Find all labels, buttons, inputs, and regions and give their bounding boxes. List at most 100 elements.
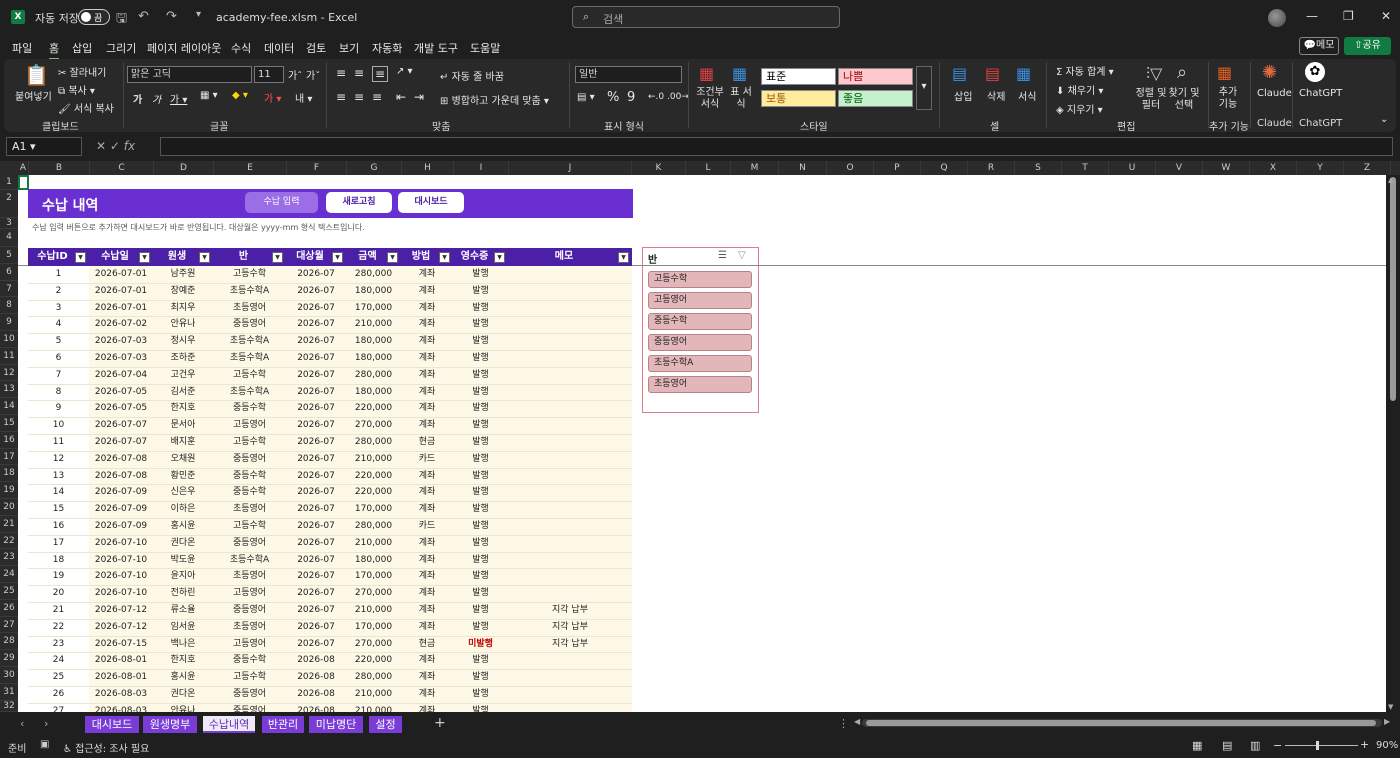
conditional-format-button[interactable]: 조건부 서식: [695, 87, 725, 111]
cell-month[interactable]: 2026-07: [286, 619, 346, 636]
format-table-button[interactable]: 표 서식: [728, 87, 754, 111]
copy-button[interactable]: ⧉ 복사 ▾: [58, 82, 95, 97]
cell-memo[interactable]: [508, 585, 632, 602]
cell-memo[interactable]: 지각 납부: [508, 636, 632, 653]
undo-icon[interactable]: ↶: [138, 9, 149, 24]
cell-student[interactable]: 황민준: [153, 468, 213, 485]
slicer-item[interactable]: 고등영어: [648, 292, 752, 309]
cell-id[interactable]: 22: [28, 619, 89, 636]
page-layout-view-icon[interactable]: ▤: [1222, 739, 1232, 752]
cell-class[interactable]: 중등영어: [213, 686, 286, 703]
scroll-right-icon[interactable]: ▶: [1384, 717, 1390, 726]
avatar[interactable]: [1268, 9, 1286, 27]
row-header[interactable]: 18: [0, 465, 18, 483]
column-header[interactable]: S: [1015, 161, 1062, 175]
claude-button[interactable]: Claude: [1257, 88, 1292, 99]
add-sheet-icon[interactable]: +: [434, 715, 446, 731]
sort-filter-button[interactable]: 정렬 및 필터: [1135, 88, 1167, 112]
align-center-icon[interactable]: ≡: [354, 90, 364, 104]
memo-button[interactable]: 💬메모: [1299, 37, 1339, 55]
cell-month[interactable]: 2026-07: [286, 333, 346, 350]
cell-month[interactable]: 2026-07: [286, 400, 346, 417]
cell-month[interactable]: 2026-07: [286, 636, 346, 653]
cell-month[interactable]: 2026-07: [286, 266, 346, 283]
cell-receipt[interactable]: 발행: [453, 333, 508, 350]
cell-id[interactable]: 24: [28, 652, 89, 669]
cell-method[interactable]: 계좌: [401, 283, 453, 300]
filter-dropdown-icon[interactable]: ▼: [618, 252, 629, 263]
cell-method[interactable]: 계좌: [401, 266, 453, 283]
row-header[interactable]: 15: [0, 415, 18, 432]
column-header[interactable]: P: [874, 161, 921, 175]
cell-method[interactable]: 계좌: [401, 602, 453, 619]
cell-receipt[interactable]: 발행: [453, 501, 508, 518]
cell-month[interactable]: 2026-07: [286, 451, 346, 468]
cell-month[interactable]: 2026-07: [286, 501, 346, 518]
cell-method[interactable]: 계좌: [401, 384, 453, 401]
normal-view-icon[interactable]: ▦: [1192, 739, 1202, 752]
style-bad[interactable]: 나쁨: [838, 68, 913, 85]
chatgpt-button[interactable]: ChatGPT: [1299, 88, 1342, 99]
cell-id[interactable]: 7: [28, 367, 89, 384]
autosave-toggle[interactable]: 끔: [78, 9, 110, 25]
orientation-icon[interactable]: ↗ ▾: [396, 66, 413, 77]
cell-student[interactable]: 권다온: [153, 535, 213, 552]
cell-amount[interactable]: 280,000: [346, 434, 401, 451]
cell-amount[interactable]: 220,000: [346, 468, 401, 485]
column-header[interactable]: C: [90, 161, 154, 175]
menu-data[interactable]: 데이터: [264, 40, 294, 56]
collapse-ribbon-icon[interactable]: ⌄: [1380, 114, 1388, 125]
active-cell-a1[interactable]: [18, 175, 29, 190]
cell-class[interactable]: 중등영어: [213, 316, 286, 333]
row-header[interactable]: 16: [0, 431, 18, 449]
cell-student[interactable]: 박도윤: [153, 552, 213, 569]
column-header[interactable]: F: [287, 161, 347, 175]
accessibility-status[interactable]: ♿ 접근성: 조사 필요: [63, 740, 149, 755]
cell-receipt[interactable]: 발행: [453, 703, 508, 712]
indent-decrease-icon[interactable]: ⇤: [396, 90, 406, 104]
cell-receipt[interactable]: 발행: [453, 300, 508, 317]
cell-class[interactable]: 중등영어: [213, 451, 286, 468]
comma-icon[interactable]: 9: [627, 90, 635, 105]
cell-student[interactable]: 권다온: [153, 686, 213, 703]
cell-month[interactable]: 2026-08: [286, 703, 346, 712]
slicer-item[interactable]: 중등영어: [648, 334, 752, 351]
cell-month[interactable]: 2026-07: [286, 602, 346, 619]
cell-method[interactable]: 계좌: [401, 300, 453, 317]
prev-sheet-icon[interactable]: ‹: [20, 717, 24, 730]
cell-date[interactable]: 2026-07-10: [89, 585, 153, 602]
column-header[interactable]: W: [1203, 161, 1250, 175]
paste-button[interactable]: 붙여넣기: [15, 88, 52, 103]
row-header[interactable]: 8: [0, 297, 18, 315]
cell-receipt[interactable]: 발행: [453, 316, 508, 333]
cell-month[interactable]: 2026-08: [286, 652, 346, 669]
cell-student[interactable]: 한지호: [153, 400, 213, 417]
cell-date[interactable]: 2026-08-03: [89, 703, 153, 712]
filter-dropdown-icon[interactable]: ▼: [139, 252, 150, 263]
cell-month[interactable]: 2026-07: [286, 468, 346, 485]
cell-method[interactable]: 계좌: [401, 585, 453, 602]
cell-amount[interactable]: 180,000: [346, 333, 401, 350]
font-color-icon[interactable]: 가 ▾: [264, 90, 281, 105]
menu-draw[interactable]: 그리기: [106, 40, 136, 56]
style-neutral[interactable]: 보통: [761, 90, 836, 107]
cell-memo[interactable]: [508, 669, 632, 686]
scroll-up-icon[interactable]: ▲: [1388, 176, 1393, 184]
cell-id[interactable]: 21: [28, 602, 89, 619]
filter-dropdown-icon[interactable]: ▼: [439, 252, 450, 263]
font-name-select[interactable]: 맑은 고딕: [127, 66, 252, 83]
cell-student[interactable]: 남주원: [153, 266, 213, 283]
cell-memo[interactable]: [508, 333, 632, 350]
refresh-button[interactable]: 새로고침: [326, 192, 392, 213]
filter-dropdown-icon[interactable]: ▼: [272, 252, 283, 263]
cell-amount[interactable]: 180,000: [346, 350, 401, 367]
cell-memo[interactable]: [508, 568, 632, 585]
column-header[interactable]: J: [509, 161, 632, 175]
cell-student[interactable]: 홍시윤: [153, 669, 213, 686]
cell-date[interactable]: 2026-07-09: [89, 501, 153, 518]
tab-payments[interactable]: 수납내역: [203, 716, 255, 733]
cell-student[interactable]: 이하은: [153, 501, 213, 518]
page-break-view-icon[interactable]: ▥: [1250, 739, 1260, 752]
cell-date[interactable]: 2026-07-04: [89, 367, 153, 384]
sort-filter-icon[interactable]: ⫶▽: [1146, 64, 1162, 84]
